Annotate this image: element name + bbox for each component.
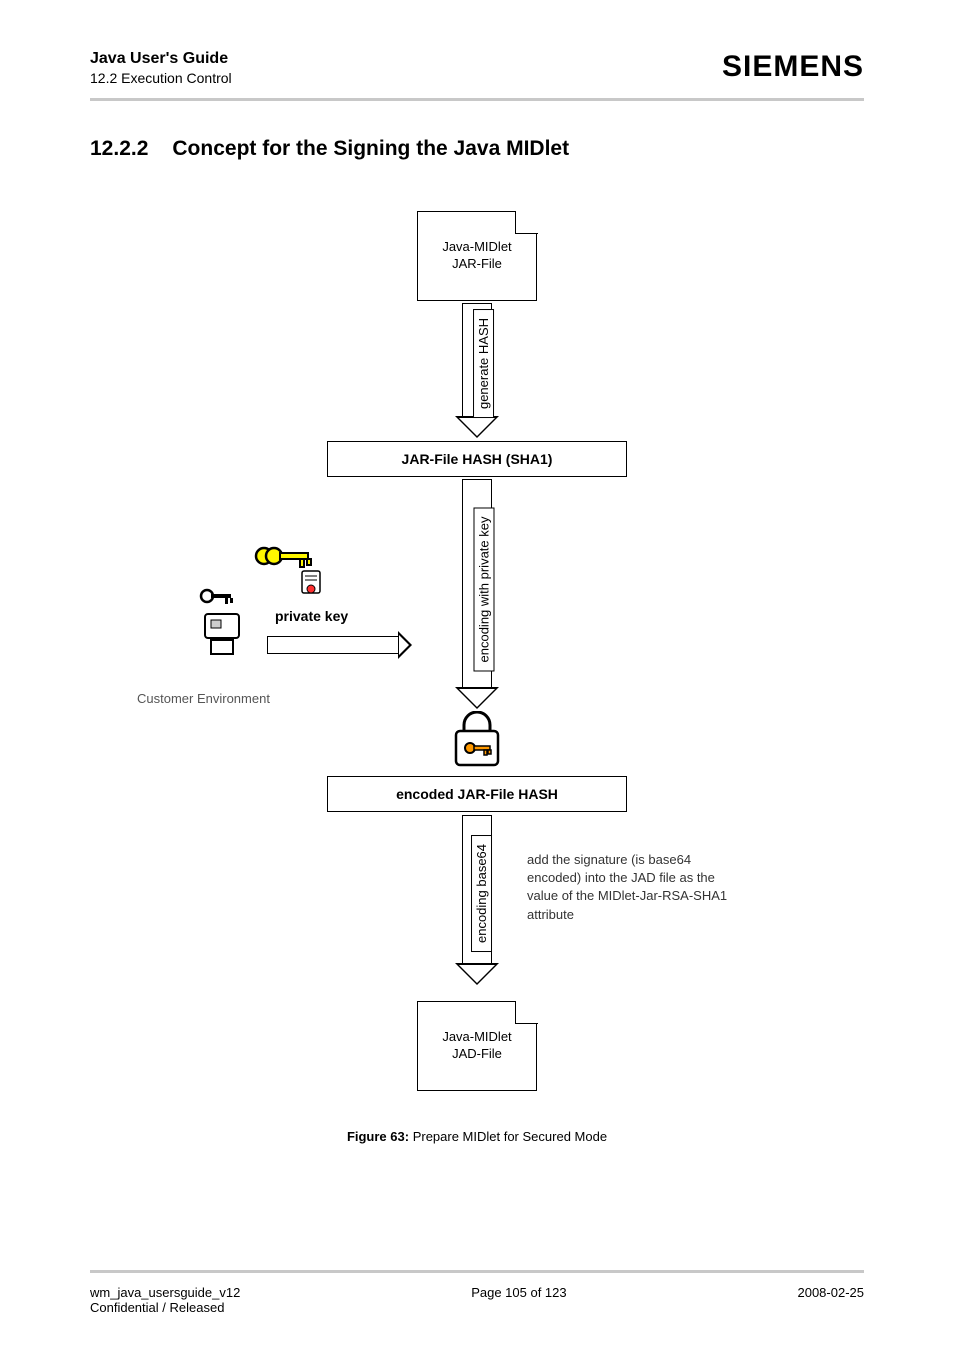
encoded-hash-box: encoded JAR-File HASH bbox=[327, 776, 627, 812]
brand-logo: SIEMENS bbox=[722, 50, 864, 84]
footer-rule bbox=[90, 1270, 864, 1273]
guide-title: Java User's Guide bbox=[90, 50, 232, 68]
jar-file-label: Java-MIDlet JAR-File bbox=[442, 239, 511, 273]
jar-file-icon: Java-MIDlet JAR-File bbox=[417, 211, 537, 301]
header-left: Java User's Guide 12.2 Execution Control bbox=[90, 50, 232, 86]
footer-left: wm_java_usersguide_v12 Confidential / Re… bbox=[90, 1285, 240, 1315]
footer-classification: Confidential / Released bbox=[90, 1300, 240, 1315]
figure-caption-label: Figure 63: bbox=[347, 1129, 409, 1144]
footer-doc-id: wm_java_usersguide_v12 bbox=[90, 1285, 240, 1300]
figure-caption: Figure 63: Prepare MIDlet for Secured Mo… bbox=[167, 1129, 787, 1144]
figure-caption-text: Prepare MIDlet for Secured Mode bbox=[413, 1129, 607, 1144]
section-title: Concept for the Signing the Java MIDlet bbox=[172, 137, 569, 161]
arrow-encode-base64: encoding base64 bbox=[457, 815, 497, 985]
arrow-generate-hash-label: generate HASH bbox=[473, 309, 494, 418]
section-heading: 12.2.2 Concept for the Signing the Java … bbox=[90, 137, 864, 161]
jar-hash-box: JAR-File HASH (SHA1) bbox=[327, 441, 627, 477]
encoded-hash-label: encoded JAR-File HASH bbox=[396, 786, 558, 802]
header-rule bbox=[90, 98, 864, 101]
footer-date: 2008-02-25 bbox=[797, 1285, 864, 1315]
arrow-encode-private-key: encoding with private key bbox=[457, 479, 497, 709]
arrow-generate-hash: generate HASH bbox=[457, 303, 497, 438]
keys-certificate-icon bbox=[252, 541, 322, 596]
guide-subtitle: 12.2 Execution Control bbox=[90, 70, 232, 86]
jad-file-icon: Java-MIDlet JAD-File bbox=[417, 1001, 537, 1091]
jad-file-label: Java-MIDlet JAD-File bbox=[442, 1029, 511, 1063]
arrow-encode-private-key-label: encoding with private key bbox=[473, 508, 494, 672]
jar-hash-label: JAR-File HASH (SHA1) bbox=[402, 451, 553, 467]
footer-page: Page 105 of 123 bbox=[471, 1285, 566, 1315]
arrow-encode-base64-label: encoding base64 bbox=[471, 835, 492, 952]
page-header: Java User's Guide 12.2 Execution Control… bbox=[90, 50, 864, 86]
signing-diagram: Java-MIDlet JAR-File generate HASH JAR-F… bbox=[167, 211, 787, 1191]
private-key-arrow bbox=[267, 631, 412, 659]
page-footer: wm_java_usersguide_v12 Confidential / Re… bbox=[90, 1285, 864, 1315]
private-key-label: private key bbox=[275, 608, 348, 624]
smartcard-icon bbox=[197, 586, 257, 656]
lock-icon bbox=[450, 711, 504, 771]
customer-environment-label: Customer Environment bbox=[137, 691, 270, 706]
page: Java User's Guide 12.2 Execution Control… bbox=[0, 0, 954, 1351]
section-number: 12.2.2 bbox=[90, 137, 148, 161]
signature-note: add the signature (is base64 encoded) in… bbox=[527, 851, 737, 924]
